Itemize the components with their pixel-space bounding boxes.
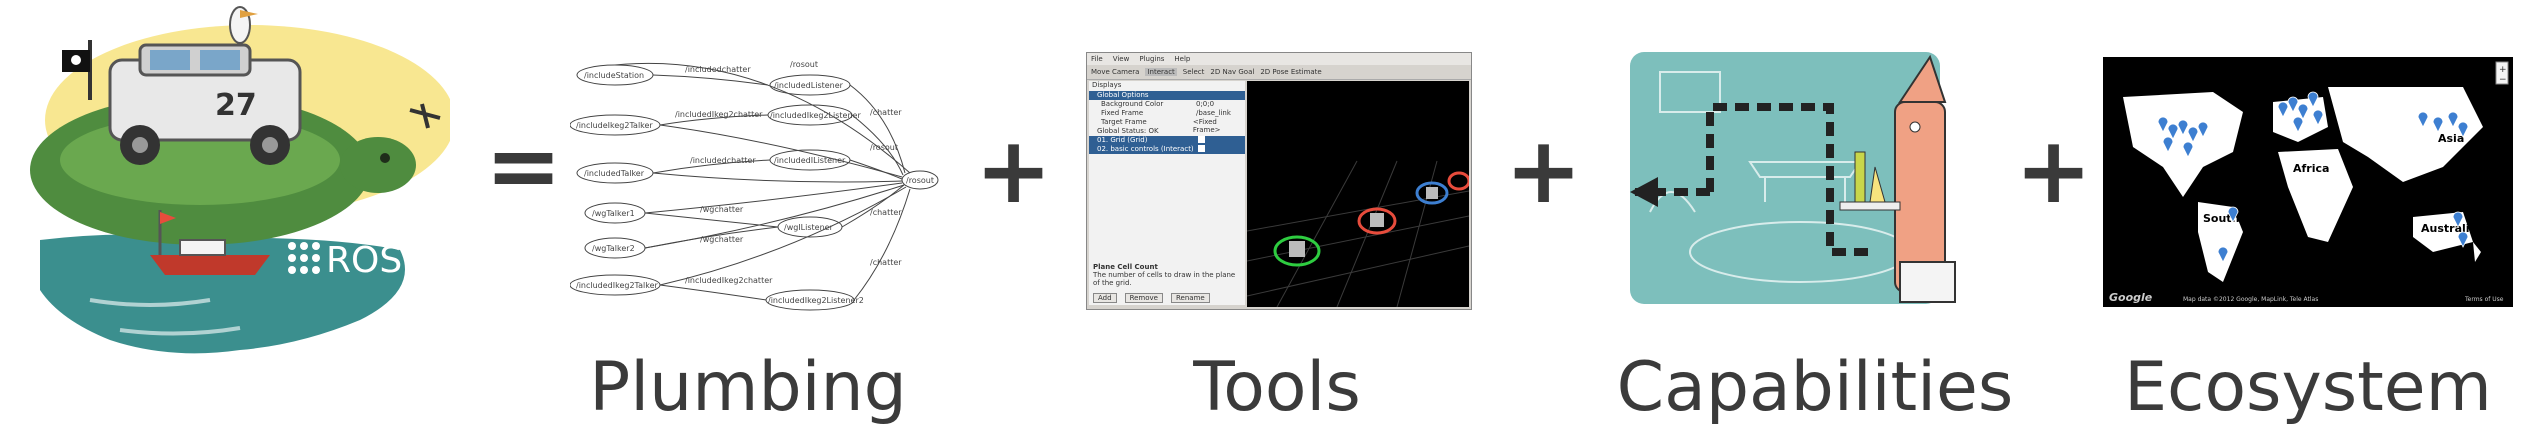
equals-sign: = <box>485 112 563 219</box>
description-box: Plane Cell Count The number of cells to … <box>1093 263 1241 287</box>
plus-sign: + <box>975 117 1053 224</box>
map-label-asia: Asia <box>2438 132 2464 145</box>
graph-edge-label: /chatter <box>870 208 902 217</box>
north-america-shape <box>2123 92 2243 197</box>
graph-node-label: /wgTalker1 <box>592 209 635 218</box>
world-map[interactable]: Asia Africa South America Australia + − … <box>2103 57 2513 307</box>
tool-2d-pose-estimate[interactable]: 2D Pose Estimate <box>1260 68 1321 76</box>
prop-row[interactable]: 02. basic controls (Interact) <box>1089 145 1245 154</box>
description-body: The number of cells to draw in the plane… <box>1093 271 1236 287</box>
graph-node-label: /includeStation <box>584 71 644 80</box>
ros-wordmark: ROS <box>326 240 402 281</box>
prop-row[interactable]: Fixed Frame/base_link <box>1089 109 1245 118</box>
menu-bar: File View Plugins Help <box>1087 53 1471 65</box>
graph-edge-label: /includedIkeg2chatter <box>685 276 773 285</box>
graph-edge-label: /includedIkeg2chatter <box>675 110 763 119</box>
graph-edge-label: /rosout <box>870 143 898 152</box>
graph-node-label: /includedIListener <box>774 156 846 165</box>
map-label-australia: Australia <box>2421 222 2477 235</box>
svg-text:−: − <box>2499 75 2507 85</box>
checkbox-icon[interactable] <box>1198 136 1205 143</box>
tool-move-camera[interactable]: Move Camera <box>1091 68 1139 76</box>
tool-bar: Move Camera Interact Select 2D Nav Goal … <box>1087 65 1471 80</box>
graph-node-label: /includedIkeg2Listener2 <box>768 296 864 305</box>
graph-node-label: /rosout <box>906 176 934 185</box>
tool-2d-nav-goal[interactable]: 2D Nav Goal <box>1210 68 1254 76</box>
plus-sign: + <box>2015 117 2093 224</box>
node-graph: /includeStation /includeIkeg2Talker /inc… <box>569 55 940 315</box>
interactive-marker[interactable] <box>1357 207 1397 235</box>
tool-select[interactable]: Select <box>1183 68 1205 76</box>
menu-plugins[interactable]: Plugins <box>1139 55 1164 63</box>
caption-plumbing: Plumbing <box>589 348 907 427</box>
graph-node-label: /includedIkeg2Listener <box>770 111 861 120</box>
menu-help[interactable]: Help <box>1174 55 1190 63</box>
panel-buttons: Add Remove Rename <box>1093 293 1210 303</box>
add-button[interactable]: Add <box>1093 293 1117 303</box>
zoom-control[interactable]: + − <box>2495 61 2509 85</box>
displays-title: Displays <box>1092 81 1122 89</box>
checkbox-icon[interactable] <box>1198 145 1205 152</box>
svg-text:+: + <box>2499 65 2507 75</box>
map-terms-link[interactable]: Terms of Use <box>2464 296 2504 303</box>
graph-edge-label: /chatter <box>870 258 902 267</box>
graph-edge-label: /includedchatter <box>685 65 751 74</box>
map-provider-logo: Google <box>2109 291 2153 304</box>
map-label-africa: Africa <box>2293 162 2329 175</box>
graph-edge-label: /includedchatter <box>690 156 756 165</box>
graph-edge-label: /wgchatter <box>700 205 744 214</box>
rename-button[interactable]: Rename <box>1170 293 1210 303</box>
graph-node-label: /includedIkeg2Talker <box>576 281 659 290</box>
prop-row[interactable]: Global Status: OK <box>1089 127 1245 136</box>
caption-capabilities: Capabilities <box>1616 348 2014 427</box>
capabilities-illustration <box>1600 52 1990 312</box>
remove-button[interactable]: Remove <box>1124 293 1163 303</box>
map-label-south-america: South America <box>2203 212 2294 225</box>
ros-logo-illustration: 27 ROS <box>0 0 455 380</box>
tool-interact[interactable]: Interact <box>1145 68 1177 76</box>
interactive-marker[interactable] <box>1273 235 1321 267</box>
menu-file[interactable]: File <box>1091 55 1103 63</box>
interactive-marker[interactable] <box>1415 181 1449 205</box>
prop-row[interactable]: Global Options <box>1089 91 1245 100</box>
caption-ecosystem: Ecosystem <box>2124 348 2492 427</box>
new-zealand-shape <box>2473 242 2481 262</box>
graph-edge-label: /chatter <box>870 108 902 117</box>
menu-view[interactable]: View <box>1113 55 1130 63</box>
interactive-marker[interactable] <box>1447 171 1471 191</box>
hood-number: 27 <box>215 88 257 123</box>
displays-panel: Displays Global Options Background Color… <box>1089 81 1245 305</box>
graph-node-label: /wgTalker2 <box>592 244 635 253</box>
render-view[interactable] <box>1246 81 1471 308</box>
graph-node-label: /wgIListener <box>784 223 834 232</box>
graph-edge-label: /wgchatter <box>700 235 744 244</box>
prop-row[interactable]: Background Color 0;0;0 <box>1089 100 1245 109</box>
graph-edge-label: /rosout <box>790 60 818 69</box>
map-attribution: Map data ©2012 Google, MapLink, Tele Atl… <box>2183 296 2318 303</box>
graph-node-label: /includedListener <box>774 81 844 90</box>
prop-row[interactable]: 01. Grid (Grid) <box>1089 136 1245 145</box>
plus-sign: + <box>1505 117 1583 224</box>
graph-node-label: /includedTalker <box>584 169 645 178</box>
rviz-window: File View Plugins Help Move Camera Inter… <box>1086 52 1472 310</box>
prop-row[interactable]: Target Frame <Fixed Frame> <box>1089 118 1245 134</box>
description-title: Plane Cell Count <box>1093 263 1158 271</box>
graph-node-label: /includeIkeg2Talker <box>576 121 653 130</box>
caption-tools: Tools <box>1193 348 1361 427</box>
